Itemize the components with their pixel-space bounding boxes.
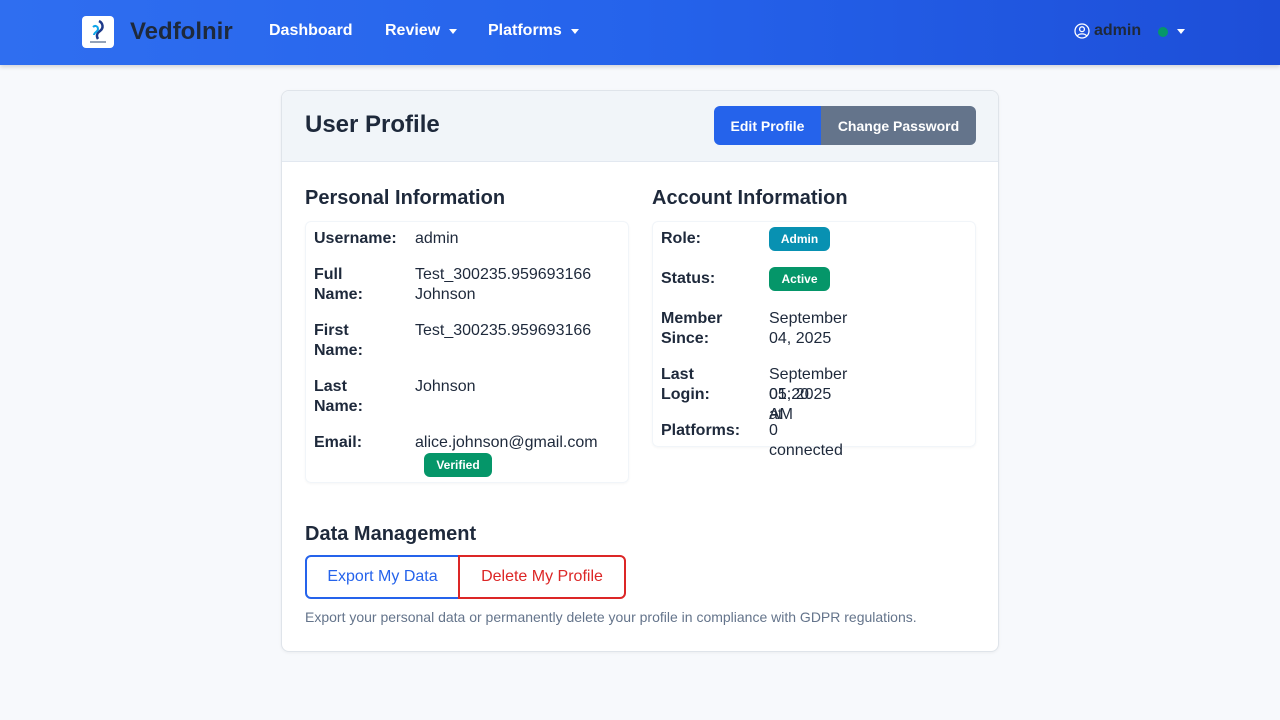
last-login-label: Last Login:: [661, 366, 710, 403]
personal-info-table: Username: admin Full Name: Test_300235.9…: [305, 221, 629, 483]
nav-platforms-label: Platforms: [488, 22, 562, 39]
user-circle-icon: [1074, 23, 1090, 39]
email-value: alice.johnson@gmail.com: [415, 434, 598, 451]
status-label: Status:: [661, 270, 716, 287]
member-since-label-line2: Since:: [661, 330, 710, 347]
nav-review-label: Review: [385, 22, 441, 39]
member-since-label-line1: Member: [661, 310, 723, 327]
nav-dashboard-label: Dashboard: [269, 22, 353, 39]
brand-name: Vedfolnir: [130, 18, 233, 45]
user-menu-dropdown[interactable]: admin: [1074, 22, 1186, 40]
status-badge: Active: [769, 267, 830, 291]
username-label: Username:: [314, 230, 397, 247]
member-since-value: September 04, 2025: [769, 310, 848, 347]
nav-dashboard[interactable]: Dashboard: [269, 22, 353, 40]
nav-review-dropdown[interactable]: Review: [385, 22, 458, 40]
caret-down-icon: [570, 29, 579, 34]
platforms-value: 0 connected: [769, 422, 843, 459]
top-navbar: Vedfolnir Dashboard Review Platforms adm…: [0, 0, 1280, 65]
gdpr-note: Export your personal data or permanently…: [305, 609, 917, 625]
email-verified-badge: Verified: [424, 453, 492, 477]
nav-platforms-dropdown[interactable]: Platforms: [488, 22, 579, 40]
user-menu-username: admin: [1094, 22, 1142, 39]
brand[interactable]: Vedfolnir: [82, 16, 233, 48]
app-logo-icon: [82, 16, 114, 48]
last-name-label-line1: Last: [314, 378, 347, 395]
first-name-label-line2: Name:: [314, 342, 363, 359]
email-label: Email:: [314, 434, 363, 451]
platforms-label: Platforms:: [661, 422, 741, 439]
username-value: admin: [415, 230, 459, 247]
full-name-label: Full Name:: [314, 266, 363, 303]
last-name-value: Johnson: [415, 378, 476, 395]
page-title: User Profile: [305, 111, 440, 138]
export-data-button[interactable]: Export My Data: [305, 555, 460, 599]
account-info-table: Role: Admin Status: Active Member Since:…: [652, 221, 976, 459]
full-name-value-line1: Test_300235.959693166: [415, 266, 592, 283]
edit-profile-button[interactable]: Edit Profile: [714, 106, 821, 145]
last-login-value-line2: 01:20 AM: [769, 386, 810, 423]
caret-down-icon: [1177, 29, 1186, 34]
first-name-value: Test_300235.959693166: [415, 322, 592, 339]
data-management-heading: Data Management: [305, 523, 477, 545]
full-name-value-line2: Johnson: [415, 286, 476, 303]
user-profile-card: User Profile Edit Profile Change Passwor…: [281, 90, 999, 652]
first-name-label-line1: First: [314, 322, 349, 339]
online-status-dot: [1158, 27, 1169, 37]
personal-info-heading: Personal Information: [305, 187, 506, 209]
caret-down-icon: [449, 29, 458, 34]
card-header: User Profile Edit Profile Change Passwor…: [282, 91, 998, 162]
account-info-heading: Account Information: [652, 187, 848, 209]
role-badge: Admin: [769, 227, 830, 251]
profile-actions: Edit Profile Change Password: [714, 106, 976, 145]
last-name-label-line2: Name:: [314, 398, 363, 415]
change-password-button[interactable]: Change Password: [821, 106, 976, 145]
delete-profile-button[interactable]: Delete My Profile: [458, 555, 626, 599]
role-label: Role:: [661, 230, 701, 247]
